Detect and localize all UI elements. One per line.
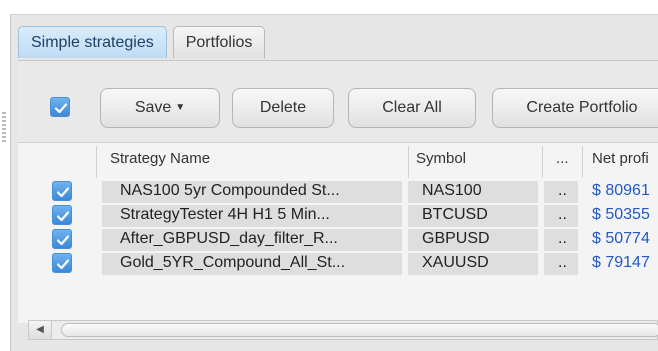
column-divider	[542, 146, 543, 178]
column-divider	[96, 146, 97, 178]
save-button[interactable]: Save ▼	[100, 88, 220, 128]
row-checkbox[interactable]	[52, 205, 72, 225]
save-button-label: Save	[134, 99, 172, 116]
table-row[interactable]: Gold_5YR_Compound_All_St... XAUUSD .. $ …	[96, 252, 658, 275]
clear-all-button[interactable]: Clear All	[348, 88, 476, 128]
strategy-name-cell: StrategyTester 4H H1 5 Min...	[120, 206, 330, 223]
select-all-checkbox[interactable]	[50, 97, 70, 117]
tab-portfolios[interactable]: Portfolios	[172, 26, 266, 58]
net-profit-cell: $ 50355	[592, 206, 650, 223]
check-icon	[56, 211, 70, 222]
symbol-cell: NAS100	[422, 182, 482, 199]
net-profit-cell: $ 79147	[592, 254, 650, 271]
table-row[interactable]: StrategyTester 4H H1 5 Min... BTCUSD .. …	[96, 204, 658, 227]
check-icon	[56, 259, 70, 270]
tab-simple-strategies[interactable]: Simple strategies	[18, 26, 167, 58]
more-cell: ..	[558, 254, 567, 271]
column-header-strategy-name[interactable]: Strategy Name	[110, 150, 210, 167]
column-divider	[582, 146, 583, 178]
delete-button[interactable]: Delete	[232, 88, 334, 128]
more-cell: ..	[558, 182, 567, 199]
more-cell: ..	[558, 230, 567, 247]
check-icon	[56, 235, 70, 246]
symbol-cell: BTCUSD	[422, 206, 488, 223]
symbol-cell: GBPUSD	[422, 230, 490, 247]
dropdown-arrow-icon: ▼	[175, 102, 186, 113]
symbol-cell: XAUUSD	[422, 254, 489, 271]
row-checkbox[interactable]	[52, 253, 72, 273]
strategy-name-cell: Gold_5YR_Compound_All_St...	[120, 254, 346, 271]
row-checkbox[interactable]	[52, 229, 72, 249]
column-header-symbol[interactable]: Symbol	[416, 150, 466, 167]
strategy-name-cell: NAS100 5yr Compounded St...	[120, 182, 340, 199]
scroll-left-icon[interactable]: ◀	[29, 321, 52, 339]
more-cell: ..	[558, 206, 567, 223]
column-header-more[interactable]: ...	[556, 150, 569, 167]
column-header-net-profit[interactable]: Net profi	[592, 150, 649, 167]
table-row[interactable]: After_GBPUSD_day_filter_R... GBPUSD .. $…	[96, 228, 658, 251]
column-divider	[408, 146, 409, 178]
row-checkbox[interactable]	[52, 181, 72, 201]
create-portfolio-button[interactable]: Create Portfolio	[492, 88, 658, 128]
check-icon	[54, 103, 68, 114]
strategy-name-cell: After_GBPUSD_day_filter_R...	[120, 230, 338, 247]
scrollbar-thumb[interactable]	[61, 323, 658, 337]
net-profit-cell: $ 80961	[592, 182, 650, 199]
net-profit-cell: $ 50774	[592, 230, 650, 247]
check-icon	[56, 187, 70, 198]
tab-bar: Simple strategies Portfolios	[18, 26, 266, 60]
horizontal-scrollbar[interactable]: ◀	[28, 320, 658, 340]
resize-grip[interactable]	[2, 112, 6, 142]
table-row[interactable]: NAS100 5yr Compounded St... NAS100 .. $ …	[96, 180, 658, 203]
